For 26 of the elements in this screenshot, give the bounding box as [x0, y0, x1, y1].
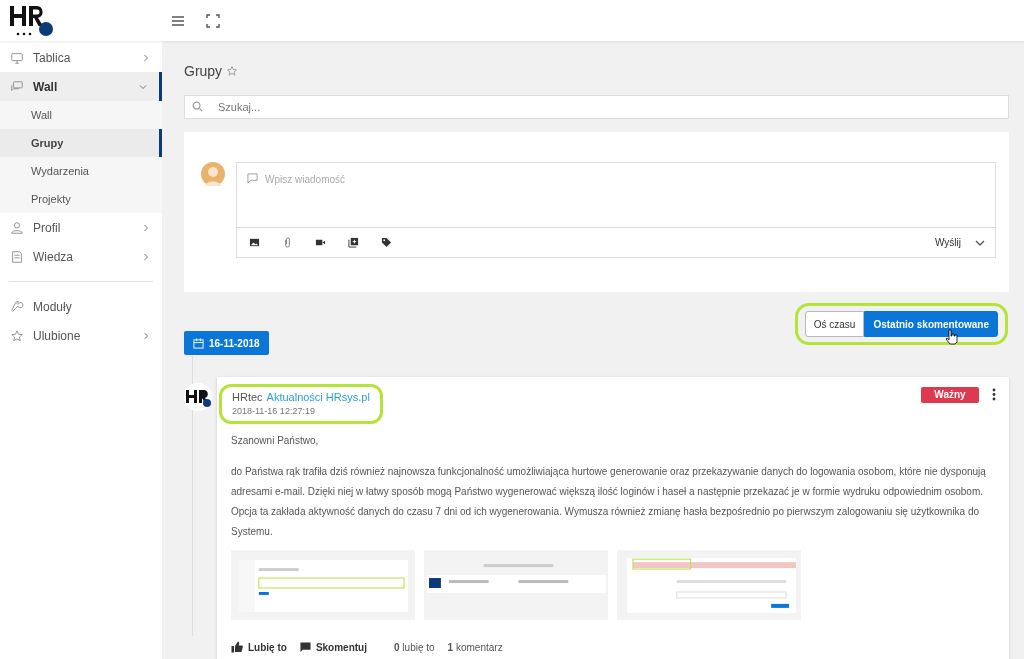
sidebar-item[interactable]: Profil: [0, 213, 162, 242]
sidebar-item[interactable]: Wiedza: [0, 242, 162, 271]
submenu-item[interactable]: Projekty: [0, 185, 162, 213]
comment-button[interactable]: Skomentuj: [315, 639, 367, 655]
search-field[interactable]: Szukaj...: [184, 95, 1009, 119]
like-button[interactable]: Lubię to: [248, 639, 287, 655]
sidebar-item[interactable]: Tablica: [0, 43, 162, 72]
post-time: 2018-11-16 12:27:19: [232, 405, 316, 418]
submenu-item[interactable]: Wydarzenia: [0, 157, 162, 185]
message-input[interactable]: Wpisz wiadomość: [265, 172, 995, 187]
comment-count: 1 komentarz: [447, 640, 503, 655]
view-toggle-tab[interactable]: Oś czasu: [804, 311, 865, 337]
submenu-item[interactable]: Grupy: [0, 129, 162, 157]
view-toggle-tab[interactable]: Ostatnio skomentowane: [864, 311, 998, 337]
sidebar-item[interactable]: Wall: [0, 72, 162, 101]
sidebar-item[interactable]: Moduły: [0, 292, 162, 321]
submenu-item[interactable]: Wall: [0, 101, 162, 129]
like-count: 0 lubię to: [394, 640, 435, 655]
post-greeting: Szanowni Państwo,: [231, 433, 320, 448]
post-body: do Państwa rąk trafiła dziś również najnowsza funkcjonalność umożliwiająca hurtowe generowanie oraz przekazywanie danych do logowania osobom, które nie dysponują adresami e-mail. Dzięki niej w łatwy sposób mogą Państwo wygenerować większą ilość loginów i haseł a następnie przekazać je w formie wydruku odpowiednim osobom. Opcja ta zakłada aktywność danych do czasu 7 dni od ich wygenerowania. Wymusza również zmianę hasła bezpośrednio po pierwszym zalogowaniu się użytkownika do Systemu.: [231, 464, 987, 539]
date-badge: 16-11-2018: [184, 331, 269, 355]
author-name: HRtec: [232, 389, 263, 405]
send-button[interactable]: Wyślij: [935, 235, 961, 250]
sidebar-item[interactable]: Ulubione: [0, 321, 162, 350]
priority-badge: Ważny: [921, 386, 979, 403]
page-title: Grupy: [184, 61, 223, 81]
